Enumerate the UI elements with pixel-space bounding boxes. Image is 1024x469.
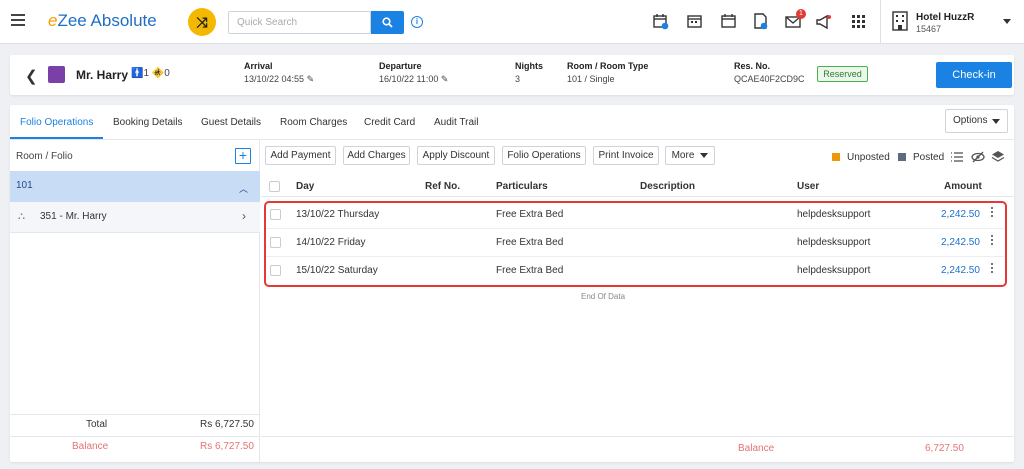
chevron-up-icon[interactable]: ︿	[239, 182, 248, 195]
footer-balance-row: Balance 6,727.50	[261, 436, 1014, 462]
megaphone-icon[interactable]	[815, 13, 832, 30]
col-amount: Amount	[944, 181, 982, 192]
total-row: Total Rs 6,727.50	[10, 414, 260, 435]
resno-label: Res. No.	[734, 61, 771, 71]
nights-label: Nights	[515, 61, 543, 71]
search-button[interactable]	[371, 11, 404, 34]
balance-row: Balance Rs 6,727.50	[10, 436, 260, 457]
nights-value: 3	[515, 74, 521, 84]
calendar-grid-icon[interactable]	[686, 13, 703, 30]
options-dropdown[interactable]: Options	[945, 109, 1008, 133]
select-all-checkbox[interactable]	[269, 181, 280, 192]
add-charges-button[interactable]: Add Charges	[343, 146, 410, 165]
edit-icon[interactable]: ✎	[307, 74, 315, 84]
calendar-icon[interactable]	[720, 13, 737, 30]
caret-down-icon	[700, 152, 709, 158]
hotel-building-icon	[892, 11, 908, 31]
calendar-checkin-icon[interactable]	[652, 13, 669, 30]
tab-booking-details[interactable]: Booking Details	[113, 117, 182, 128]
reservation-bar: ❮ Mr. Harry 🚹1 🚸0 Arrival 13/10/22 04:55…	[10, 55, 1014, 95]
posted-legend: Posted	[913, 152, 945, 163]
folio-item[interactable]: ⛬ 351 - Mr. Harry ›	[10, 202, 260, 233]
room-folio-panel: Room / Folio + 101 ︿ ⛬ 351 - Mr. Harry ›…	[10, 140, 260, 462]
caret-down-icon	[992, 119, 1000, 124]
hotel-id: 15467	[916, 24, 942, 34]
hide-icon[interactable]	[971, 150, 985, 164]
col-ref-no: Ref No.	[425, 181, 460, 192]
layers-icon[interactable]	[991, 150, 1005, 164]
more-dropdown[interactable]: More	[665, 146, 715, 165]
tab-credit-card[interactable]: Credit Card	[364, 117, 415, 128]
chevron-down-icon[interactable]	[1003, 19, 1011, 24]
tab-audit-trail[interactable]: Audit Trail	[434, 117, 478, 128]
arrival-value[interactable]: 13/10/22 04:55 ✎	[244, 74, 314, 85]
tab-folio-operations[interactable]: Folio Operations	[20, 117, 93, 128]
hotel-name[interactable]: Hotel HuzzR	[916, 12, 974, 23]
tab-guest-details[interactable]: Guest Details	[201, 117, 261, 128]
search-icon	[382, 17, 393, 28]
list-view-icon[interactable]	[950, 150, 964, 164]
col-description: Description	[640, 181, 696, 192]
back-arrow-icon[interactable]: ❮	[25, 67, 38, 85]
shuffle-icon[interactable]: ⤨	[188, 8, 216, 36]
col-day: Day	[296, 181, 315, 192]
info-icon[interactable]: i	[411, 16, 423, 28]
check-in-button[interactable]: Check-in	[936, 62, 1012, 88]
notification-badge: 1	[796, 9, 806, 19]
divider	[880, 0, 881, 44]
guest-name: Mr. Harry	[76, 68, 129, 82]
unposted-legend: Unposted	[847, 152, 890, 163]
resno-value: QCAE40F2CD9C	[734, 74, 805, 84]
active-tab-indicator	[10, 137, 103, 139]
departure-value[interactable]: 16/10/22 11:00 ✎	[379, 74, 448, 85]
folio-tree-icon: ⛬	[18, 211, 25, 222]
tab-bar: Folio Operations Booking Details Guest D…	[10, 105, 1014, 140]
posted-swatch	[898, 153, 906, 161]
room-row[interactable]: 101 ︿	[10, 171, 260, 202]
add-payment-button[interactable]: Add Payment	[265, 146, 336, 165]
apply-discount-button[interactable]: Apply Discount	[417, 146, 495, 165]
room-value: 101 / Single	[567, 74, 615, 84]
room-grid-icon	[48, 66, 65, 83]
end-of-data: End Of Data	[581, 292, 626, 301]
room-folio-header: Room / Folio	[16, 151, 73, 162]
edit-icon[interactable]: ✎	[441, 74, 449, 84]
room-label: Room / Room Type	[567, 61, 649, 71]
col-particulars: Particulars	[496, 181, 548, 192]
menu-icon[interactable]	[11, 14, 25, 26]
main-card: Folio Operations Booking Details Guest D…	[10, 105, 1014, 462]
folio-operations-button[interactable]: Folio Operations	[502, 146, 586, 165]
unposted-swatch	[832, 153, 840, 161]
arrival-label: Arrival	[244, 61, 273, 71]
chevron-right-icon: ›	[242, 209, 246, 223]
search-input[interactable]: Quick Search	[228, 11, 371, 34]
table-header: Day Ref No. Particulars Description User…	[261, 176, 1014, 197]
pax-count: 🚹1 🚸0	[131, 68, 170, 79]
tab-room-charges[interactable]: Room Charges	[280, 117, 347, 128]
col-user: User	[797, 181, 820, 192]
status-badge: Reserved	[817, 66, 868, 82]
add-folio-icon[interactable]: +	[235, 148, 251, 164]
print-invoice-button[interactable]: Print Invoice	[593, 146, 659, 165]
apps-grid-icon[interactable]	[850, 13, 867, 30]
app-logo[interactable]: eZee Absolute	[48, 11, 157, 31]
departure-label: Departure	[379, 61, 422, 71]
highlight-box	[264, 201, 1007, 287]
document-icon[interactable]	[752, 13, 769, 30]
top-bar: eZee Absolute ⤨ Quick Search i 1 Hotel H…	[0, 0, 1024, 44]
